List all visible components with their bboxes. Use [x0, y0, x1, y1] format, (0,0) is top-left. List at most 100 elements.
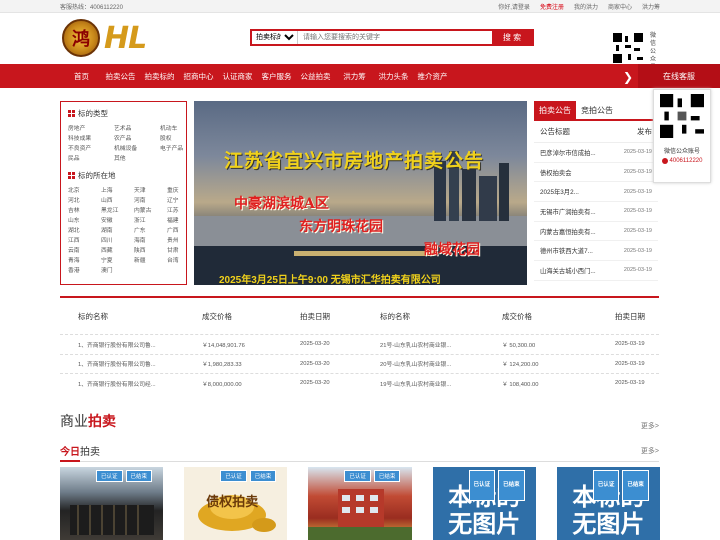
location-item[interactable]: 广西	[167, 225, 196, 234]
location-item[interactable]: 浙江	[134, 215, 163, 224]
location-item[interactable]: 台湾	[167, 255, 196, 264]
ended-badge: 已结束	[498, 470, 525, 501]
header-name: 标的名称	[380, 311, 410, 321]
location-item[interactable]: 内蒙古	[134, 205, 163, 214]
location-item[interactable]: 香港	[68, 265, 97, 274]
location-item[interactable]: 重庆	[167, 185, 196, 194]
notice-row[interactable]: 债权拍卖会 2025-03-19	[534, 163, 658, 183]
location-item[interactable]: 河南	[134, 195, 163, 204]
register-link[interactable]: 免费注册	[540, 2, 564, 11]
nav-item-service[interactable]: 客户服务	[257, 71, 296, 82]
notice-row[interactable]: 内蒙古嘉恒拍卖有... 2025-03-19	[534, 222, 658, 242]
my-account-link[interactable]: 我的洪力	[574, 2, 598, 11]
platform-link[interactable]: 洪力筹	[642, 2, 660, 11]
notice-date: 2025-03-19	[623, 169, 652, 176]
type-item[interactable]: 机械设备	[114, 143, 156, 152]
main-nav: 首页 拍卖公告 拍卖标的 招商中心 认证商家 客户服务 公益拍卖 洪力筹 洪力头…	[0, 64, 720, 88]
notice-title: 德州市铁西大道7...	[540, 248, 593, 256]
notice-row[interactable]: 2025年3月2... 2025-03-19	[534, 182, 658, 203]
location-item[interactable]: 辽宁	[167, 195, 196, 204]
auction-card[interactable]: 已认证 已结束 债权拍卖	[184, 467, 288, 540]
location-item[interactable]: 贵州	[167, 235, 196, 244]
notice-row[interactable]: 德州市铁西大道7... 2025-03-19	[534, 241, 658, 262]
location-item[interactable]: 山西	[101, 195, 130, 204]
grid-icon	[68, 172, 75, 179]
type-item[interactable]: 艺术品	[114, 123, 156, 132]
more-link[interactable]: 更多>	[641, 421, 659, 431]
notice-row[interactable]: 无锡市广润拍卖有... 2025-03-19	[534, 202, 658, 222]
location-item[interactable]: 西藏	[101, 245, 130, 254]
top-bar: 客服热线：4006112220 你好,请登录 免费注册 我的洪力 商家中心 洪力…	[0, 0, 720, 13]
lot-date: 2025-03-20	[300, 380, 330, 387]
tab-bid-notice[interactable]: 竞拍公告	[576, 101, 618, 119]
type-item[interactable]: 民品	[68, 153, 110, 162]
floating-wechat-panel: 微信公众账号 4006112220	[653, 89, 711, 183]
location-item[interactable]: 福建	[167, 215, 196, 224]
merchant-center-link[interactable]: 商家中心	[608, 2, 632, 11]
notice-date: 2025-03-19	[623, 228, 652, 235]
tab-auction-notice[interactable]: 拍卖公告	[534, 101, 576, 119]
nav-item-merchants[interactable]: 认证商家	[218, 71, 257, 82]
auction-card[interactable]: 已认证已结束 本标的 无图片	[556, 467, 661, 540]
divider	[60, 460, 659, 462]
header: 鸿 HL 拍卖标的 搜 索 微信公众号	[0, 13, 720, 71]
login-link[interactable]: 你好,请登录	[498, 2, 530, 11]
search-input[interactable]	[298, 31, 492, 44]
notice-row[interactable]: 山海关古城小西门... 2025-03-19	[534, 261, 658, 281]
location-item[interactable]: 北京	[68, 185, 97, 194]
nav-item-crowdfund[interactable]: 洪力筹	[335, 71, 374, 82]
nav-item-headlines[interactable]: 洪力头条	[374, 71, 413, 82]
location-item[interactable]: 河北	[68, 195, 97, 204]
auction-card[interactable]: 已认证 已结束	[60, 467, 164, 540]
type-item[interactable]: 科技成果	[68, 133, 110, 142]
nav-item-charity[interactable]: 公益拍卖	[296, 71, 335, 82]
table-row[interactable]: 1、齐商银行股份有限公司鲁... ￥14,048,901.76 2025-03-20…	[60, 334, 659, 354]
location-item[interactable]: 山东	[68, 215, 97, 224]
location-item[interactable]: 天津	[134, 185, 163, 194]
site-logo[interactable]: 鸿 HL	[62, 19, 147, 57]
search-button[interactable]: 搜 索	[492, 31, 532, 44]
location-item[interactable]: 湖南	[101, 225, 130, 234]
banner-carousel[interactable]: 江苏省宜兴市房地产拍卖公告 中豪湖滨城A区 东方明珠花园 融域花园 2025年3…	[194, 101, 527, 285]
location-item[interactable]: 云南	[68, 245, 97, 254]
col-date: 发布	[637, 127, 652, 136]
type-item[interactable]: 房地产	[68, 123, 110, 132]
notice-panel: 拍卖公告 竞拍公告 公告标题 发布 巴彦淖尔市信成拍... 2025-03-19 债…	[534, 101, 658, 285]
type-list: 房地产 艺术品 机动车 科技成果 农产品 股权 不良资产 机械设备 电子产品 民…	[68, 123, 183, 162]
type-item[interactable]: 农产品	[114, 133, 156, 142]
location-item[interactable]: 甘肃	[167, 245, 196, 254]
auction-card[interactable]: 已认证已结束 本标的 无图片	[432, 467, 536, 540]
location-item[interactable]: 湖北	[68, 225, 97, 234]
location-item[interactable]: 陕西	[134, 245, 163, 254]
table-row[interactable]: 1、齐商银行股份有限公司鲁... ￥1,980,283.33 2025-03-20 2…	[60, 353, 659, 374]
notice-row[interactable]: 巴彦淖尔市信成拍... 2025-03-19	[534, 143, 658, 163]
location-item[interactable]: 宁夏	[101, 255, 130, 264]
auction-card[interactable]: 已认证 已结束	[308, 467, 412, 540]
chevron-right-icon[interactable]: ❯	[623, 70, 633, 84]
nav-item-assets[interactable]: 推介资产	[413, 71, 452, 82]
table-row[interactable]: 1、齐商银行股份有限公司经... ￥8,000,000.00 2025-03-20 1…	[60, 373, 659, 393]
location-item[interactable]: 澳门	[101, 265, 130, 274]
location-item[interactable]: 广东	[134, 225, 163, 234]
location-item[interactable]: 海南	[134, 235, 163, 244]
nav-item-investment[interactable]: 招商中心	[179, 71, 218, 82]
location-item[interactable]: 吉林	[68, 205, 97, 214]
location-item[interactable]: 江西	[68, 235, 97, 244]
verified-badge: 已认证	[96, 470, 123, 482]
location-item[interactable]: 安徽	[101, 215, 130, 224]
search-category-select[interactable]: 拍卖标的	[252, 31, 298, 44]
nav-item-announcements[interactable]: 拍卖公告	[101, 71, 140, 82]
nav-item-lots[interactable]: 拍卖标的	[140, 71, 179, 82]
location-item[interactable]: 江苏	[167, 205, 196, 214]
location-item[interactable]: 四川	[101, 235, 130, 244]
type-item[interactable]: 不良资产	[68, 143, 110, 152]
more-link[interactable]: 更多>	[641, 446, 659, 456]
type-item[interactable]: 其他	[114, 153, 156, 162]
nav-item-home[interactable]: 首页	[62, 71, 101, 82]
location-item[interactable]: 黑龙江	[101, 205, 130, 214]
location-item[interactable]: 新疆	[134, 255, 163, 264]
card-label: 债权拍卖	[206, 495, 259, 510]
location-item[interactable]: 上海	[101, 185, 130, 194]
online-service-button[interactable]: 在线客服	[638, 64, 720, 88]
location-item[interactable]: 青海	[68, 255, 97, 264]
